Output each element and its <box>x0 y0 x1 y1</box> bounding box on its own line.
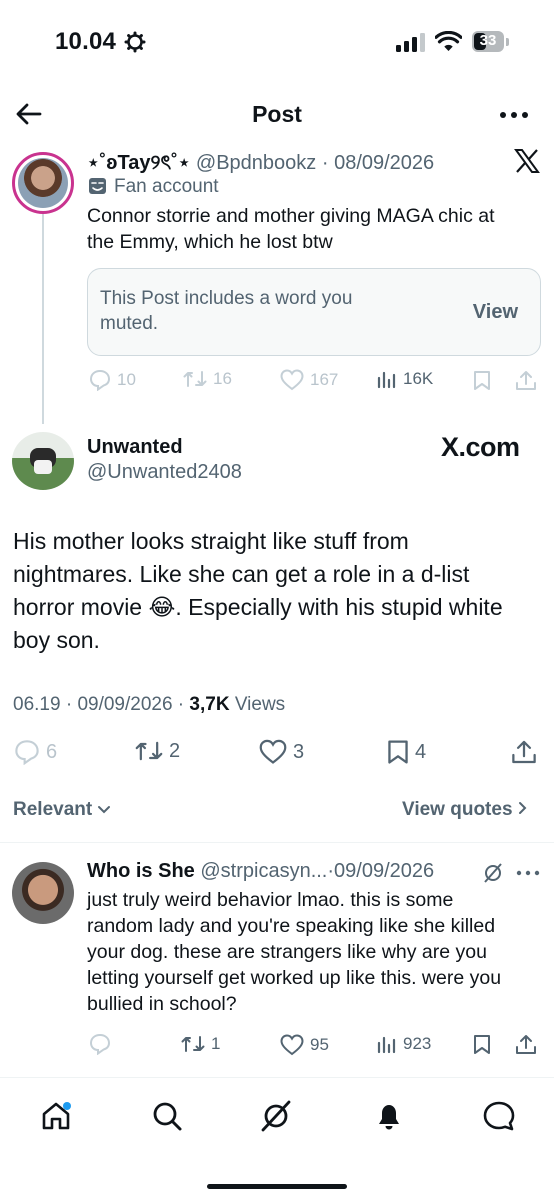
heart-icon <box>280 369 304 391</box>
main-post-text: His mother looks straight like stuff fro… <box>13 528 503 653</box>
repost-icon <box>183 371 207 387</box>
cellular-signal-icon <box>396 33 425 52</box>
bookmark-icon[interactable] <box>473 370 491 391</box>
reply-text: just truly weird behavior lmao. this is … <box>87 889 502 1015</box>
heart-icon <box>280 1034 304 1056</box>
quoted-views-stat[interactable]: 16K <box>377 369 433 389</box>
wifi-icon <box>435 31 462 51</box>
share-icon[interactable] <box>515 370 537 391</box>
messages-icon[interactable] <box>482 1100 516 1132</box>
notifications-icon[interactable] <box>373 1100 405 1132</box>
main-like-stat[interactable]: 3 <box>259 739 304 765</box>
fan-account-badge-icon <box>89 178 106 194</box>
main-author-name[interactable]: Unwanted <box>87 436 183 459</box>
bookmark-icon <box>388 740 408 764</box>
quoted-like-stat[interactable]: 167 <box>280 369 338 391</box>
repost-icon <box>181 1036 205 1052</box>
grok-nav-icon[interactable] <box>260 1100 292 1132</box>
page-title: Post <box>252 101 302 127</box>
search-icon[interactable] <box>151 1100 183 1132</box>
reply-like-stat[interactable]: 95 <box>280 1034 329 1056</box>
reply-icon <box>89 369 111 391</box>
sort-relevant-button[interactable]: Relevant <box>13 799 111 821</box>
main-repost-stat[interactable]: 2 <box>135 739 180 763</box>
reply-icon <box>15 740 39 765</box>
quoted-reply-stat[interactable]: 10 <box>89 369 136 391</box>
main-post-time: 06.19 <box>13 694 61 715</box>
reply-author-line: Who is She @strpicasyn...·09/09/2026 <box>87 860 435 882</box>
more-options-icon[interactable] <box>499 111 529 119</box>
divider <box>0 1077 554 1078</box>
focus-mode-icon <box>124 31 146 53</box>
heart-icon <box>259 739 287 764</box>
xcom-watermark: X.com <box>441 432 520 462</box>
quoted-author-handle[interactable]: @Bpdnbookz <box>196 152 316 174</box>
main-post-views-count: 3,7K <box>189 694 230 715</box>
muted-view-button[interactable]: View <box>473 301 518 324</box>
main-bookmark-stat[interactable]: 4 <box>387 739 426 765</box>
thread-line <box>42 214 44 424</box>
share-icon[interactable] <box>511 739 537 765</box>
avatar-reply[interactable] <box>12 862 74 924</box>
chevron-down-icon <box>98 806 111 814</box>
reply-date: 09/09/2026 <box>334 860 435 882</box>
fan-account-label: Fan account <box>114 176 219 197</box>
bookmark-icon[interactable] <box>473 1034 491 1055</box>
muted-notice: This Post includes a word you muted. Vie… <box>87 268 541 356</box>
reply-author-handle[interactable]: @strpicasyn... <box>200 860 327 882</box>
quoted-author-name[interactable]: ⋆˚ʚTay୨ৎ˚⋆ <box>87 152 190 174</box>
battery-icon: 33 <box>472 31 504 52</box>
quoted-post-text: Connor storrie and mother giving MAGA ch… <box>87 205 495 253</box>
chevron-right-icon <box>518 802 527 814</box>
main-post-meta: 06.19 · 09/09/2026 · 3,7K Views <box>13 694 286 715</box>
reply-icon[interactable] <box>89 1033 111 1055</box>
muted-notice-text: This Post includes a word you muted. <box>100 288 353 334</box>
avatar-quoted[interactable] <box>12 152 74 214</box>
reply-more-icon[interactable] <box>516 870 540 876</box>
battery-level: 33 <box>479 32 497 49</box>
view-quotes-link[interactable]: View quotes <box>402 799 528 821</box>
views-chart-icon <box>377 371 396 389</box>
quoted-repost-stat[interactable]: 16 <box>183 369 232 389</box>
quoted-post-date: 08/09/2026 <box>334 152 435 174</box>
divider <box>0 842 554 843</box>
main-post-views-label: Views <box>234 694 286 715</box>
home-icon[interactable] <box>40 1100 72 1132</box>
reply-repost-stat[interactable]: 1 <box>181 1034 220 1054</box>
main-reply-stat[interactable]: 6 <box>14 739 57 765</box>
reply-author-name[interactable]: Who is She <box>87 860 195 882</box>
x-logo-icon <box>514 149 540 173</box>
views-chart-icon <box>377 1036 396 1054</box>
home-indicator <box>207 1184 347 1189</box>
share-icon[interactable] <box>515 1034 537 1055</box>
battery-cap <box>506 38 509 46</box>
repost-icon <box>135 741 163 761</box>
reply-views-stat[interactable]: 923 <box>377 1034 431 1054</box>
main-post-date: 09/09/2026 <box>77 694 173 715</box>
main-author-handle[interactable]: @Unwanted2408 <box>87 461 242 484</box>
grok-icon[interactable] <box>482 862 504 884</box>
avatar-main[interactable] <box>12 432 74 490</box>
status-time: 10.04 <box>55 28 117 55</box>
